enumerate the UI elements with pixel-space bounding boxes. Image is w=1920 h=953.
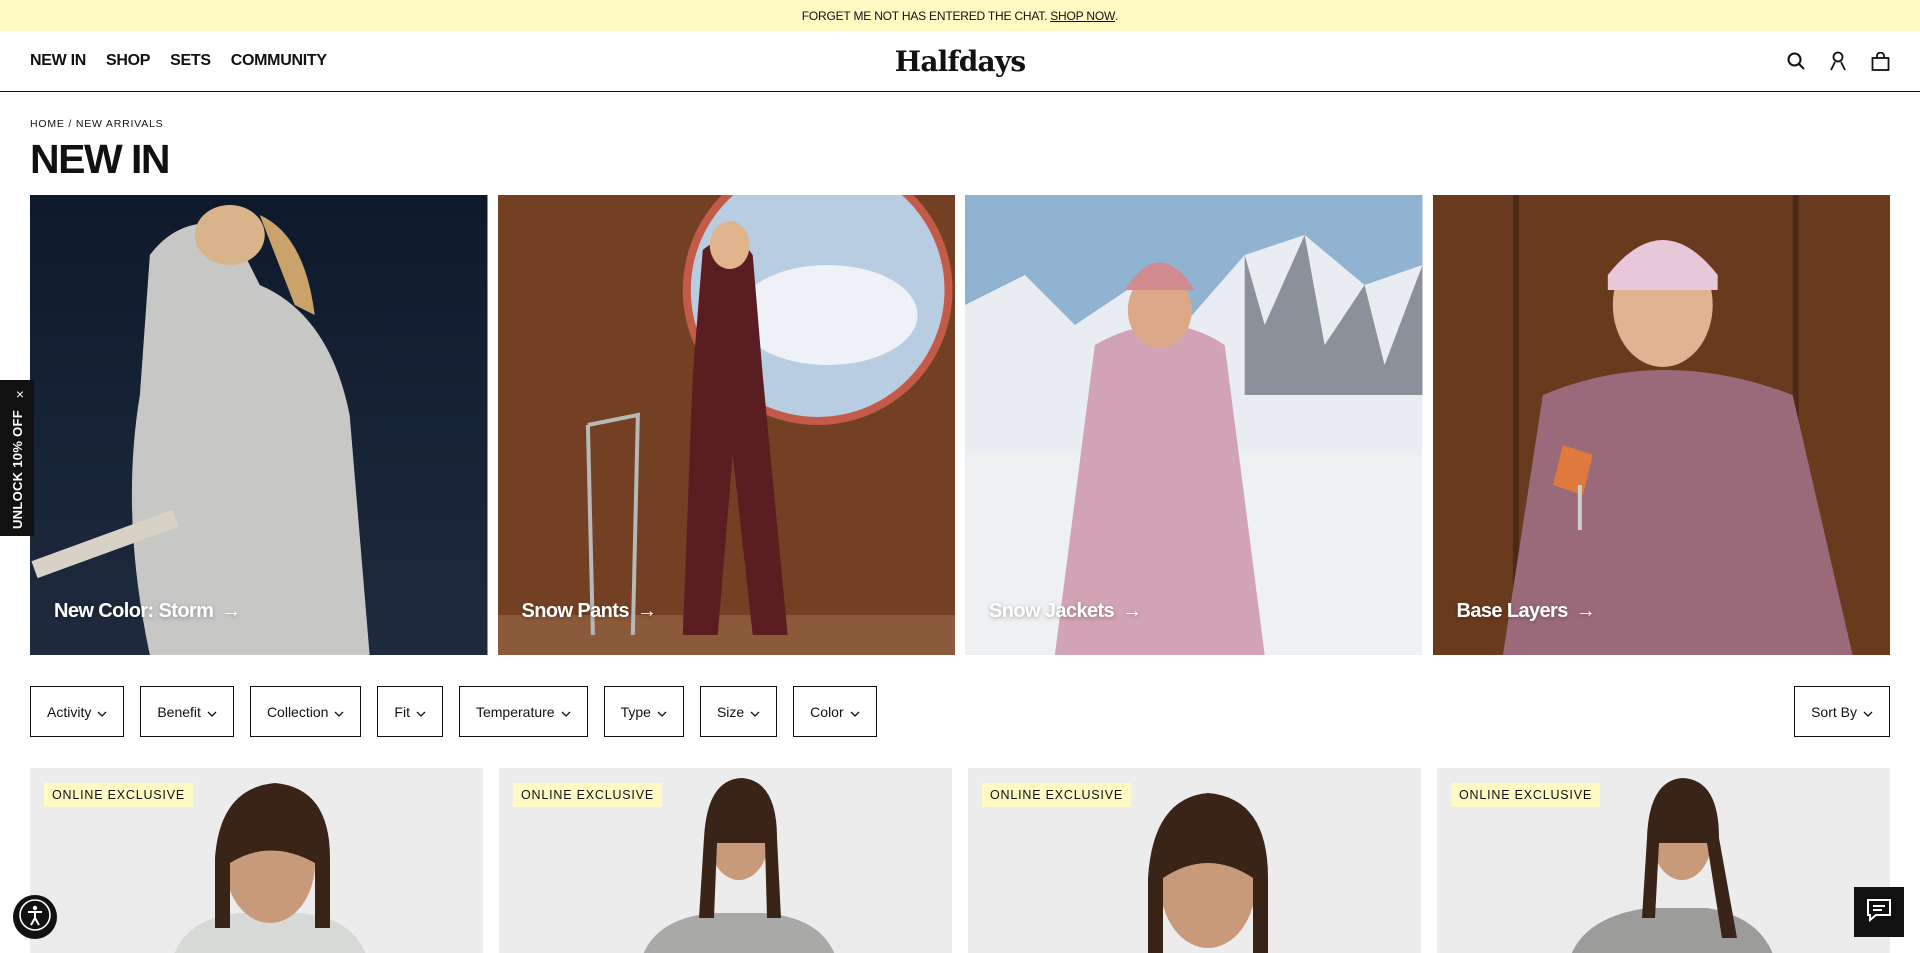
nav-sets[interactable]: SETS: [170, 52, 211, 70]
tile-base-layers[interactable]: Base Layers →: [1432, 195, 1890, 655]
arrow-right-icon: →: [221, 600, 241, 622]
tile-caption: Base Layers →: [1457, 600, 1596, 623]
filter-color[interactable]: Color: [793, 686, 877, 737]
chevron-down-icon: [850, 704, 860, 720]
shop-now-link[interactable]: SHOP NOW: [1050, 9, 1115, 23]
filter-fit[interactable]: Fit: [377, 686, 443, 737]
announcement-bar: FORGET ME NOT HAS ENTERED THE CHAT. SHOP…: [0, 0, 1920, 31]
tile-label: Snow Pants: [521, 600, 630, 622]
filter-label: Benefit: [157, 703, 201, 720]
tile-image-base-layers: [1432, 195, 1890, 655]
filter-collection[interactable]: Collection: [249, 686, 362, 737]
chevron-down-icon: [561, 704, 571, 720]
nav-shop[interactable]: SHOP: [106, 52, 150, 70]
bag-icon[interactable]: [1870, 51, 1890, 71]
chevron-down-icon: [657, 704, 667, 720]
filter-activity[interactable]: Activity: [30, 686, 125, 737]
product-card[interactable]: ONLINE EXCLUSIVE: [30, 768, 483, 953]
category-tiles: New Color: Storm → Snow Pants → Snow Jacke…: [30, 195, 1890, 655]
online-exclusive-badge: ONLINE EXCLUSIVE: [44, 783, 193, 807]
filter-type[interactable]: Type: [603, 686, 684, 737]
filter-label: Size: [716, 703, 745, 720]
product-card[interactable]: ONLINE EXCLUSIVE: [499, 768, 952, 953]
tile-caption: Snow Pants →: [522, 600, 657, 623]
breadcrumb-separator: /: [64, 118, 76, 130]
filter-label: Type: [620, 703, 651, 720]
arrow-right-icon: →: [1122, 600, 1142, 622]
sort-by-button[interactable]: Sort By: [1794, 686, 1890, 737]
filter-label: Color: [810, 703, 844, 720]
account-icon[interactable]: [1828, 51, 1848, 71]
nav-new-in[interactable]: NEW IN: [30, 52, 86, 70]
unlock-discount-text: UNLOCK 10% OFF: [9, 410, 25, 530]
nav-community[interactable]: COMMUNITY: [231, 52, 327, 70]
accessibility-icon: [18, 898, 52, 937]
filter-label: Temperature: [475, 703, 555, 720]
chevron-down-icon: [416, 704, 426, 720]
filter-label: Collection: [266, 703, 329, 720]
product-grid: ONLINE EXCLUSIVE ONLINE EXCLUSIVE ONLINE…: [30, 768, 1890, 953]
breadcrumb-home[interactable]: HOME: [30, 118, 65, 130]
filter-bar: Activity Benefit Collection Fit Temperat…: [30, 686, 877, 737]
chat-button[interactable]: [1854, 887, 1904, 937]
filter-temperature[interactable]: Temperature: [458, 686, 588, 737]
filter-size[interactable]: Size: [699, 686, 778, 737]
tile-label: Snow Jackets: [989, 600, 1115, 622]
accessibility-button[interactable]: [13, 895, 57, 939]
online-exclusive-badge: ONLINE EXCLUSIVE: [1451, 783, 1600, 807]
tile-snow-jackets[interactable]: Snow Jackets →: [965, 195, 1423, 655]
announcement-period: .: [1115, 8, 1119, 23]
announcement-text: FORGET ME NOT HAS ENTERED THE CHAT.: [801, 8, 1048, 23]
chevron-down-icon: [334, 704, 344, 720]
site-logo[interactable]: Halfdays: [895, 45, 1026, 78]
page-title: NEW IN: [30, 136, 171, 182]
search-icon[interactable]: [1786, 51, 1806, 71]
chevron-down-icon: [750, 704, 760, 720]
breadcrumb-current: NEW ARRIVALS: [75, 118, 164, 130]
tile-label: New Color: Storm: [54, 600, 214, 622]
online-exclusive-badge: ONLINE EXCLUSIVE: [982, 783, 1131, 807]
tile-caption: New Color: Storm →: [54, 600, 241, 623]
tile-new-color-storm[interactable]: New Color: Storm →: [30, 195, 488, 655]
product-card[interactable]: ONLINE EXCLUSIVE: [1437, 768, 1890, 953]
tile-snow-pants[interactable]: Snow Pants →: [497, 195, 955, 655]
tile-label: Base Layers: [1456, 600, 1569, 622]
chevron-down-icon: [97, 704, 107, 720]
close-icon[interactable]: ×: [16, 386, 24, 402]
product-card[interactable]: ONLINE EXCLUSIVE: [968, 768, 1421, 953]
tile-image-snow-pants: [497, 195, 955, 655]
site-header: NEW IN SHOP SETS COMMUNITY Halfdays: [0, 31, 1920, 92]
filter-label: Fit: [394, 703, 410, 720]
main-nav: NEW IN SHOP SETS COMMUNITY: [30, 52, 327, 70]
chat-icon: [1866, 898, 1892, 927]
online-exclusive-badge: ONLINE EXCLUSIVE: [513, 783, 662, 807]
breadcrumb: HOME / NEW ARRIVALS: [30, 118, 163, 130]
header-actions: [1786, 51, 1890, 71]
chevron-down-icon: [207, 704, 217, 720]
filter-benefit[interactable]: Benefit: [140, 686, 234, 737]
sort-label: Sort By: [1811, 703, 1857, 720]
arrow-right-icon: →: [636, 600, 657, 622]
unlock-discount-tab[interactable]: × UNLOCK 10% OFF: [0, 380, 34, 536]
tile-caption: Snow Jackets →: [989, 600, 1142, 623]
chevron-down-icon: [1863, 704, 1873, 720]
tile-image-storm: [30, 195, 488, 655]
tile-image-snow-jackets: [965, 195, 1423, 655]
arrow-right-icon: →: [1575, 600, 1596, 622]
filter-label: Activity: [47, 703, 92, 720]
